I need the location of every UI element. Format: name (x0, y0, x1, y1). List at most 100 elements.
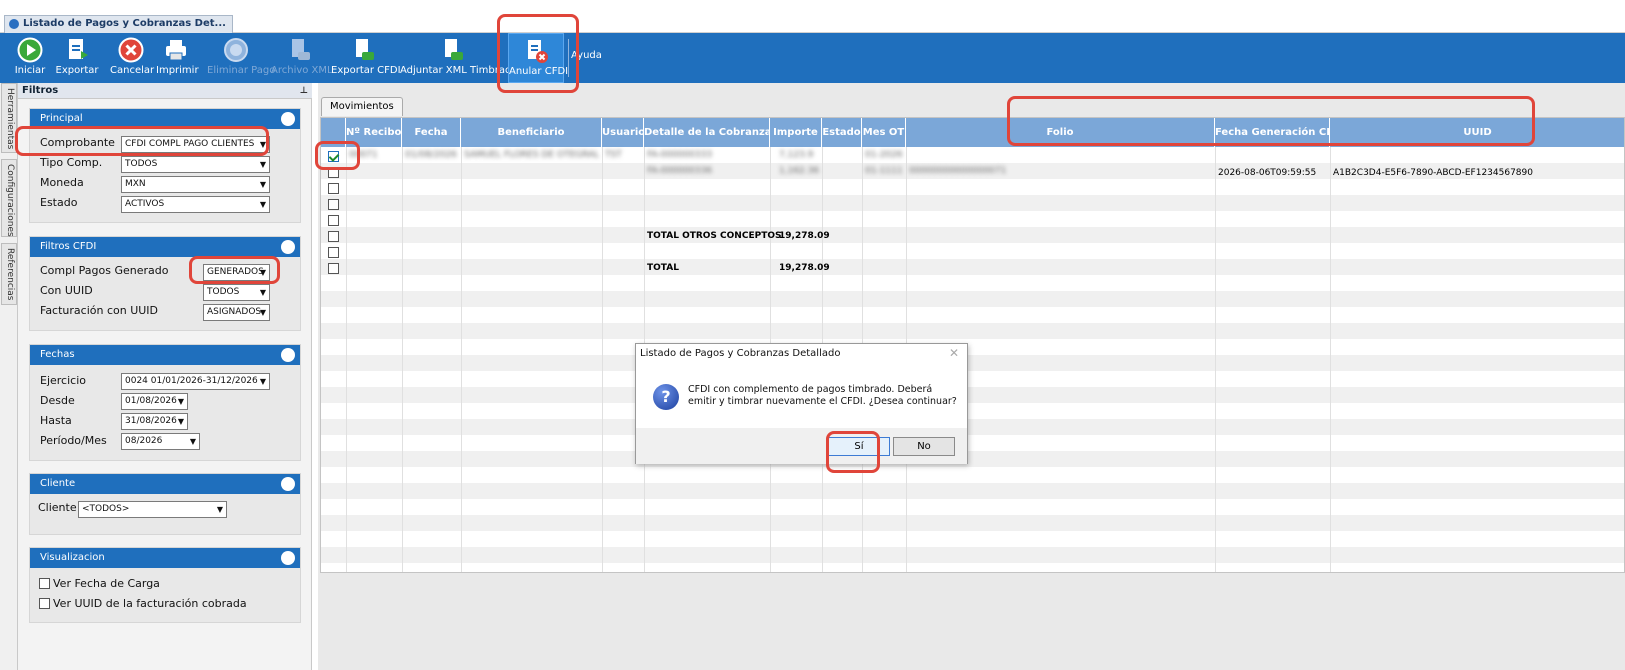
table-row (321, 531, 1624, 547)
cliente-header[interactable]: Cliente (30, 474, 300, 494)
question-icon: ? (653, 384, 679, 410)
dialog-title: Listado de Pagos y Cobranzas Detallado (640, 348, 841, 359)
column-header-usuario[interactable]: Usuario (602, 118, 644, 147)
chevron-down-icon: ▼ (259, 377, 266, 386)
ver-fecha-carga-checkbox[interactable] (39, 578, 50, 589)
side-tab-settings[interactable]: Configuraciones (1, 159, 17, 237)
table-row[interactable] (321, 259, 1624, 275)
column-header-folio[interactable]: Folio (906, 118, 1215, 147)
collapse-icon[interactable] (281, 112, 295, 126)
visualizacion-header[interactable]: Visualizacion (30, 548, 300, 568)
ejercicio-label: Ejercicio (40, 374, 86, 387)
select-column-header[interactable] (321, 118, 346, 147)
cell-detalle: FA-000000336 (647, 166, 713, 176)
column-header-uuid[interactable]: UUID (1330, 118, 1624, 147)
row-checkbox[interactable] (328, 183, 339, 194)
help-button[interactable]: Ayuda (571, 50, 602, 64)
document-tab[interactable]: Listado de Pagos y Cobranzas Det... (4, 15, 233, 33)
table-row (321, 323, 1624, 339)
table-row (321, 451, 1624, 467)
cancel-cfdi-icon (528, 40, 548, 63)
table-row (321, 435, 1624, 451)
collapse-icon[interactable] (281, 477, 295, 491)
start-button[interactable]: Iniciar (13, 33, 47, 83)
desde-date-picker[interactable]: 01/08/2026 ▼ (121, 393, 188, 410)
attach-xml-button[interactable]: Adjuntar XML Timbrados (400, 33, 523, 83)
estado-select[interactable]: ACTIVOS ▼ (121, 196, 270, 213)
xml-file-button[interactable]: Archivo XML (271, 33, 333, 83)
row-checkbox[interactable] (328, 247, 339, 258)
row-checkbox[interactable] (328, 151, 339, 162)
export-button[interactable]: Exportar (55, 33, 99, 83)
table-row[interactable] (321, 243, 1624, 259)
tab-movimientos[interactable]: Movimientos (321, 97, 403, 116)
export-cfdi-icon (356, 39, 374, 60)
cancel-cfdi-button[interactable]: Anular CFDI (508, 33, 568, 83)
side-tab-tools[interactable]: Herramientas (1, 83, 17, 153)
yes-button[interactable]: Sí (828, 437, 890, 456)
collapse-icon[interactable] (281, 551, 295, 565)
hasta-label: Hasta (40, 414, 72, 427)
facturacion-uuid-label: Facturación con UUID (40, 304, 159, 317)
chevron-down-icon: ▼ (259, 308, 266, 317)
cell-importe: 1,162.36 (779, 166, 820, 176)
column-header-mes-ot[interactable]: Mes OT (862, 118, 906, 147)
comprobante-select[interactable]: CFDI COMPL PAGO CLIENTES ▼ (121, 136, 270, 153)
moneda-select[interactable]: MXN ▼ (121, 176, 270, 193)
table-row[interactable] (321, 211, 1624, 227)
column-divider (602, 147, 603, 572)
delete-payment-button[interactable]: Eliminar Pago (207, 33, 275, 83)
column-header-fecha[interactable]: Fecha (402, 118, 461, 147)
row-checkbox[interactable] (328, 231, 339, 242)
column-header-beneficiario[interactable]: Beneficiario (461, 118, 602, 147)
collapse-icon[interactable] (281, 240, 295, 254)
principal-panel-header[interactable]: Principal (30, 109, 300, 129)
chevron-down-icon: ▼ (259, 268, 266, 277)
column-header-fecha-generacion[interactable]: Fecha Generación CDFI (1215, 118, 1330, 147)
ver-uuid-checkbox[interactable] (39, 598, 50, 609)
con-uuid-select[interactable]: TODOS ▼ (203, 284, 270, 301)
column-header-estado[interactable]: Estado (822, 118, 862, 147)
desde-label: Desde (40, 394, 75, 407)
cliente-select[interactable]: <TODOS> ▼ (78, 501, 227, 518)
no-button[interactable]: No (893, 437, 955, 456)
hasta-date-picker[interactable]: 31/08/2026 ▼ (121, 413, 188, 430)
compl-pagos-select[interactable]: GENERADOS ▼ (203, 264, 270, 281)
table-row[interactable] (321, 179, 1624, 195)
movements-grid: Nº Recibo Fecha Beneficiario Usuario Det… (320, 117, 1625, 573)
side-tab-references[interactable]: Referencias (1, 243, 17, 305)
periodo-select[interactable]: 08/2026 ▼ (121, 433, 200, 450)
periodo-label: Período/Mes (40, 434, 107, 447)
cancel-button[interactable]: Cancelar (110, 33, 154, 83)
table-row (321, 499, 1624, 515)
row-checkbox[interactable] (328, 215, 339, 226)
confirm-dialog: Listado de Pagos y Cobranzas Detallado ✕… (635, 343, 968, 464)
pin-icon[interactable]: ⊥ (300, 84, 308, 99)
print-button[interactable]: Imprimir (156, 33, 199, 83)
table-row[interactable] (321, 227, 1624, 243)
ejercicio-select[interactable]: 0024 01/01/2026-31/12/2026 ▼ (121, 373, 270, 390)
cell-recibo: 00071 (349, 150, 378, 160)
tipo-comp-select[interactable]: TODOS ▼ (121, 156, 270, 173)
cell-mes-ot: 01-1111 (865, 166, 903, 176)
table-row[interactable] (321, 195, 1624, 211)
con-uuid-label: Con UUID (40, 284, 93, 297)
column-header-detalle[interactable]: Detalle de la Cobranza (644, 118, 770, 147)
row-checkbox[interactable] (328, 199, 339, 210)
close-icon[interactable]: ✕ (949, 346, 959, 360)
export-cfdi-button[interactable]: Exportar CFDI (331, 33, 401, 83)
collapse-icon[interactable] (281, 348, 295, 362)
row-checkbox[interactable] (328, 263, 339, 274)
table-row (321, 275, 1624, 291)
export-icon (69, 39, 88, 59)
row-checkbox[interactable] (328, 167, 339, 178)
xml-file-icon (292, 39, 310, 60)
table-row (321, 483, 1624, 499)
column-header-recibo[interactable]: Nº Recibo (346, 118, 402, 147)
column-divider (1215, 147, 1216, 572)
column-header-importe[interactable]: Importe (770, 118, 822, 147)
fechas-header[interactable]: Fechas (30, 345, 300, 365)
ver-fecha-carga-label: Ver Fecha de Carga (53, 577, 160, 590)
facturacion-uuid-select[interactable]: ASIGNADOS ▼ (203, 304, 270, 321)
cfdi-filters-header[interactable]: Filtros CFDI (30, 237, 300, 257)
